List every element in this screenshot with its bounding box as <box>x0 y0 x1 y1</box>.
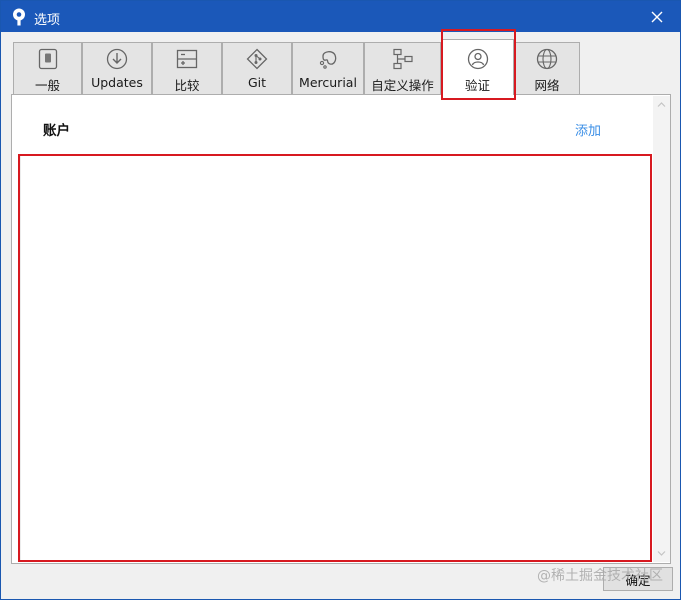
tab-diff[interactable]: 比较 <box>152 42 222 94</box>
download-circle-icon <box>106 48 128 70</box>
general-switch-icon <box>38 48 57 70</box>
tab-custom-actions[interactable]: 自定义操作 <box>364 42 441 94</box>
window-title: 选项 <box>34 13 61 28</box>
tab-authentication[interactable]: 验证 <box>441 39 514 95</box>
tab-diff-label: 比较 <box>174 78 200 93</box>
authentication-panel: 账户 添加 <box>11 94 671 564</box>
scroll-down-icon[interactable] <box>657 549 666 558</box>
title-bar: 选项 <box>1 1 680 32</box>
globe-icon <box>536 48 558 70</box>
add-account-link[interactable]: 添加 <box>575 120 601 139</box>
close-button[interactable] <box>634 1 680 32</box>
scroll-up-icon[interactable] <box>657 100 666 109</box>
tab-network[interactable]: 网络 <box>514 42 580 94</box>
accounts-heading: 账户 <box>43 123 70 139</box>
accounts-list[interactable] <box>20 155 651 561</box>
tab-mercurial[interactable]: Mercurial <box>292 42 364 94</box>
tab-general[interactable]: 一般 <box>13 42 82 94</box>
tab-git[interactable]: Git <box>222 42 292 94</box>
options-window: 选项 一般 Updates 比较 Git Mercurial 自定义操作 验证 … <box>0 0 681 600</box>
tab-general-label: 一般 <box>34 78 60 93</box>
tab-custom-actions-label: 自定义操作 <box>371 78 434 93</box>
tab-git-label: Git <box>247 75 267 90</box>
watermark-text: @稀土掘金技术社区 <box>537 568 663 584</box>
user-circle-icon <box>467 48 488 70</box>
tab-network-label: 网络 <box>534 78 560 93</box>
git-icon <box>246 48 268 70</box>
mercurial-icon <box>319 51 337 69</box>
sourcetree-app-icon <box>13 8 25 26</box>
custom-actions-icon <box>392 48 413 70</box>
close-icon <box>651 11 663 22</box>
tab-mercurial-label: Mercurial <box>299 75 357 90</box>
tab-authentication-label: 验证 <box>464 78 490 93</box>
tab-updates[interactable]: Updates <box>82 42 152 94</box>
diff-icon <box>176 49 198 69</box>
tab-updates-label: Updates <box>91 75 143 90</box>
vertical-scrollbar[interactable] <box>653 96 670 562</box>
